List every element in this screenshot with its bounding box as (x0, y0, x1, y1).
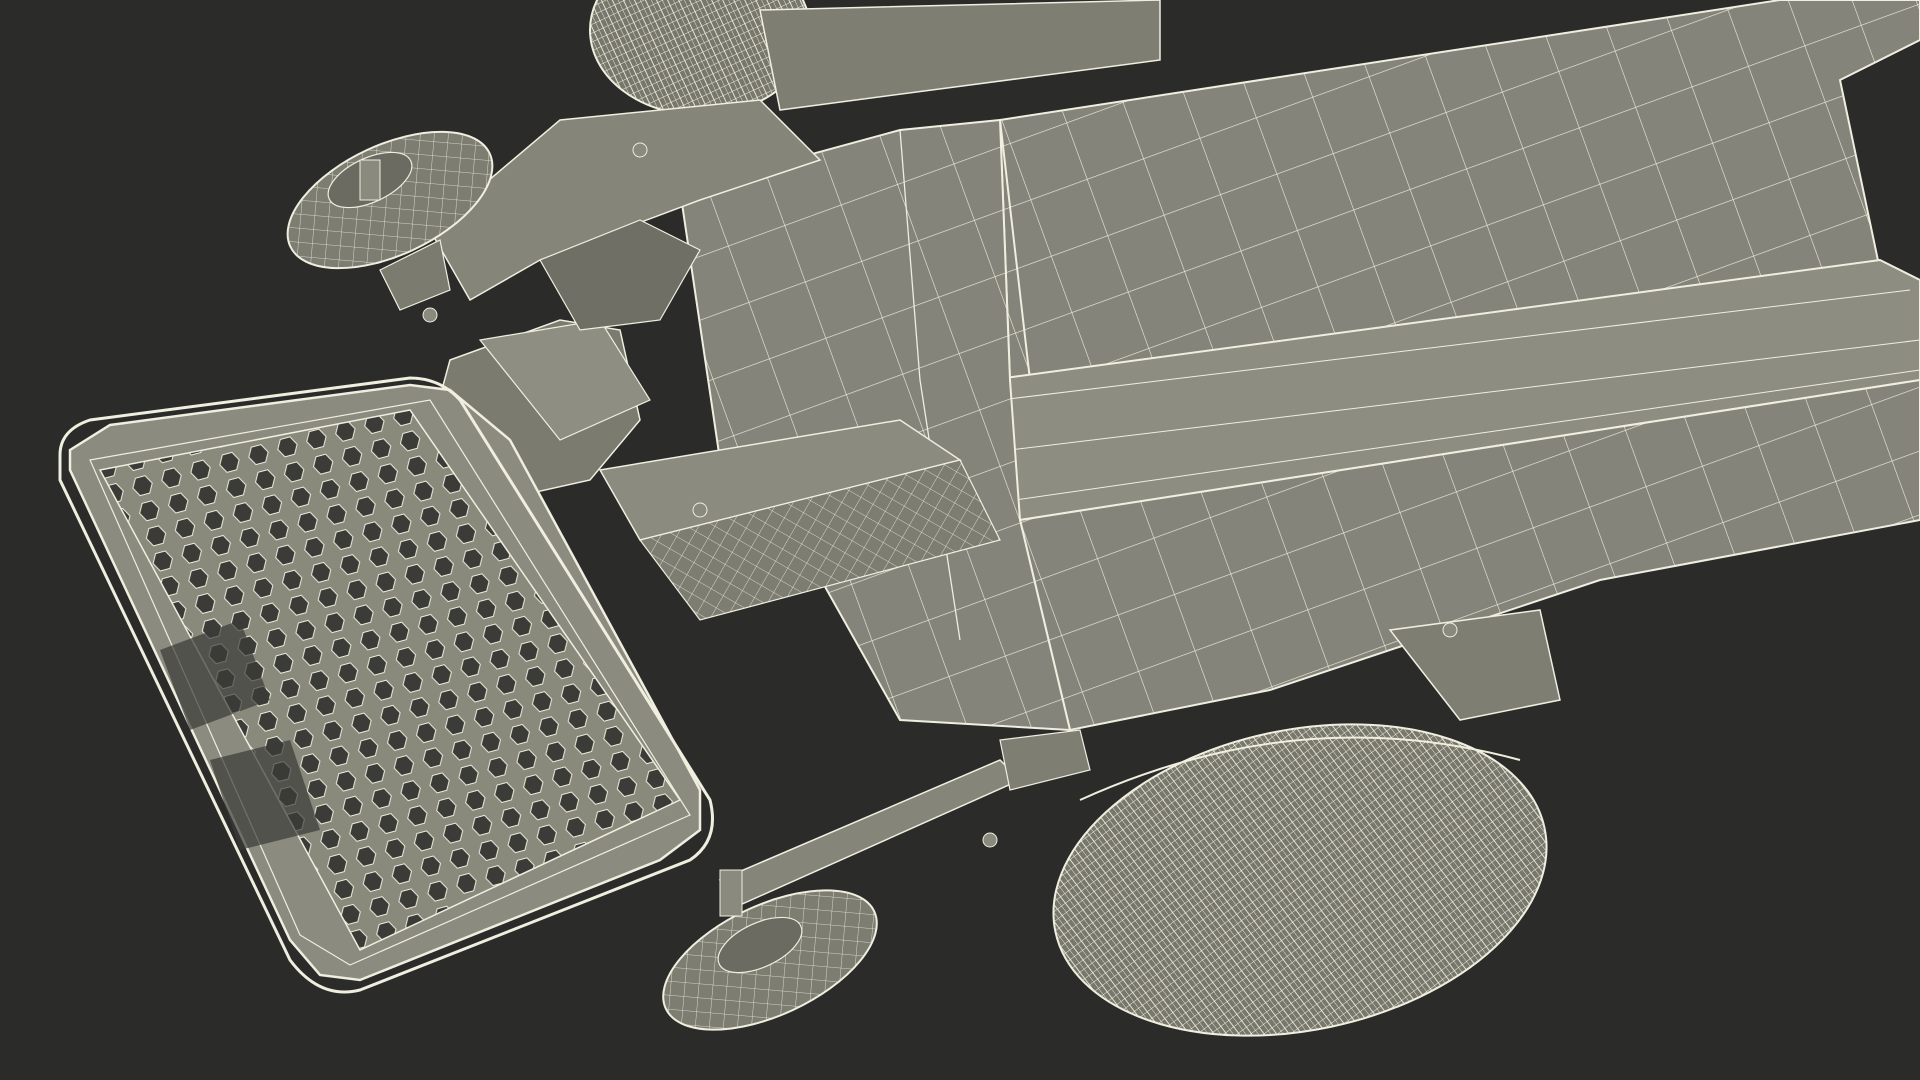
rear-wheel-top (589, 0, 1161, 116)
render-viewport (0, 0, 1920, 1080)
front-axle-arm (718, 729, 1091, 906)
wireframe-render (58, 0, 1920, 1037)
